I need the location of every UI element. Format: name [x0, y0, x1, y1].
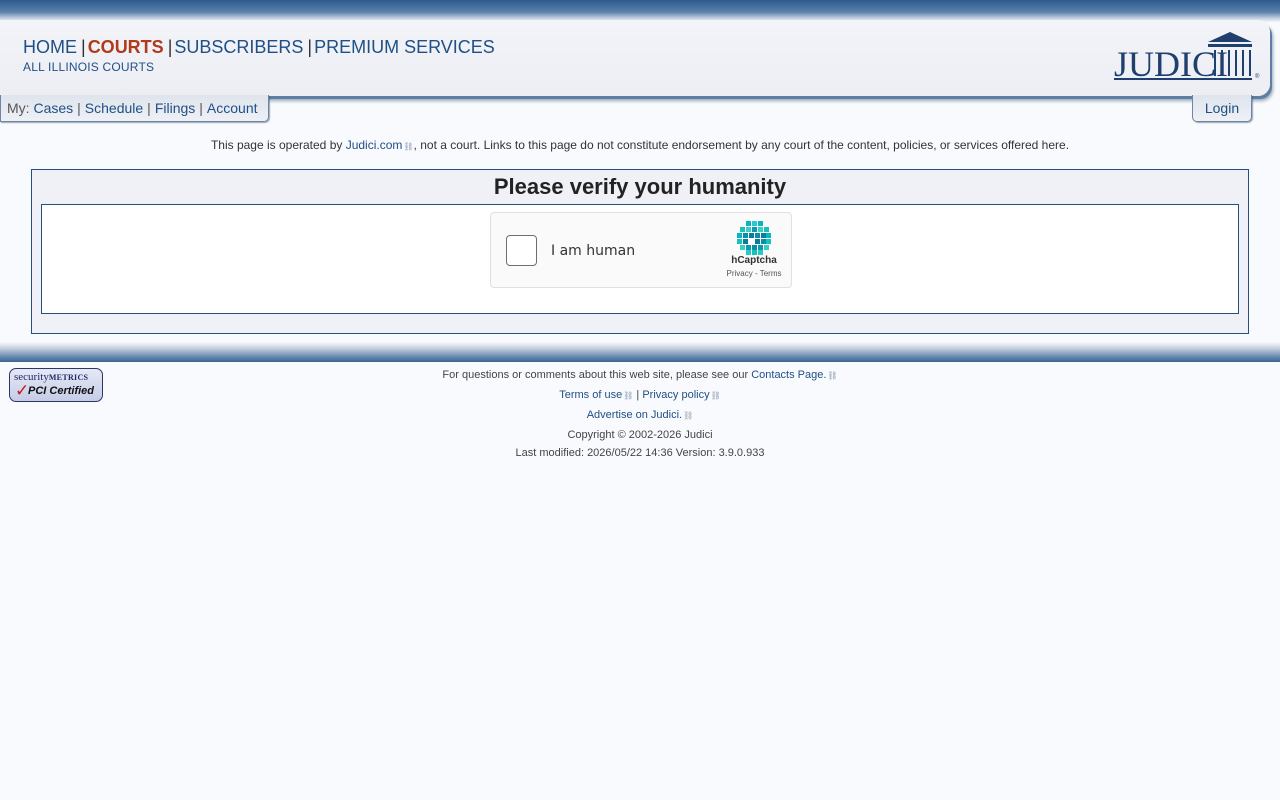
- my-schedule-link[interactable]: Schedule: [85, 100, 143, 116]
- hcaptcha-links: Privacy - Terms: [726, 269, 782, 278]
- nav-separator: |: [307, 37, 313, 57]
- hcaptcha-privacy-link[interactable]: Privacy: [727, 269, 753, 278]
- all-illinois-courts-link[interactable]: ALL ILLINOIS COURTS: [23, 60, 154, 74]
- captcha-container: I am human hCaptcha Privacy - Terms: [41, 204, 1239, 314]
- judici-link[interactable]: Judici.com: [346, 138, 403, 152]
- external-link-icon: ⛓: [710, 391, 721, 400]
- footer-advertise-row: Advertise on Judici.⛓: [0, 409, 1280, 429]
- human-checkbox[interactable]: [506, 235, 537, 266]
- hcaptcha-terms-link[interactable]: Terms: [760, 269, 782, 278]
- svg-text:®: ®: [1255, 73, 1260, 80]
- login-tab: Login: [1192, 95, 1252, 122]
- nav-separator: |: [81, 37, 86, 57]
- my-account-tab: My: Cases | Schedule | Filings | Account: [0, 95, 269, 122]
- advertise-link[interactable]: Advertise on Judici.: [587, 409, 682, 421]
- header-panel: [0, 20, 1270, 96]
- nav-premium-services-link[interactable]: PREMIUM SERVICES: [314, 37, 495, 57]
- external-link-icon: ⛓: [403, 142, 414, 151]
- footer: For questions or comments about this web…: [0, 369, 1280, 465]
- my-filings-link[interactable]: Filings: [155, 100, 195, 116]
- hcaptcha-logo-icon: [737, 221, 771, 255]
- hcaptcha-widget: I am human hCaptcha Privacy - Terms: [490, 212, 792, 288]
- external-link-icon: ⛓: [827, 371, 838, 380]
- terms-of-use-link[interactable]: Terms of use: [559, 389, 622, 401]
- privacy-policy-link[interactable]: Privacy policy: [642, 389, 709, 401]
- hcaptcha-brand: hCaptcha: [731, 255, 777, 266]
- verify-box: Please verify your humanity I am human h…: [31, 169, 1249, 334]
- nav-separator: |: [167, 37, 173, 57]
- my-account-link[interactable]: Account: [207, 100, 258, 116]
- disclaimer: This page is operated by Judici.com⛓, no…: [210, 138, 1070, 152]
- footer-contact-row: For questions or comments about this web…: [442, 369, 838, 381]
- login-link[interactable]: Login: [1205, 100, 1239, 116]
- copyright-text: Copyright © 2002-2026 Judici: [567, 429, 713, 441]
- top-band: [0, 0, 1280, 22]
- nav-home-link[interactable]: HOME: [23, 37, 77, 57]
- contacts-page-link[interactable]: Contacts Page.: [751, 369, 826, 381]
- verify-title: Please verify your humanity: [493, 174, 787, 199]
- nav-subscribers-link[interactable]: SUBSCRIBERS: [174, 37, 303, 57]
- footer-policy-row: Terms of use⛓ | Privacy policy⛓: [559, 389, 721, 401]
- my-cases-link[interactable]: Cases: [33, 100, 73, 116]
- bottom-band: [0, 342, 1280, 362]
- external-link-icon: ⛓: [623, 391, 634, 400]
- last-modified-text: Last modified: 2026/05/22 14:36 Version:…: [515, 447, 765, 459]
- my-label: My:: [7, 100, 30, 116]
- judici-logo[interactable]: JUDICI ®: [1112, 32, 1262, 84]
- external-link-icon: ⛓: [683, 411, 694, 420]
- logo-roof-icon: [1208, 32, 1252, 42]
- nav-courts-link[interactable]: COURTS: [88, 37, 164, 57]
- human-checkbox-label[interactable]: I am human: [551, 243, 635, 259]
- main-nav: HOME | COURTS | SUBSCRIBERS | PREMIUM SERVICES: [23, 37, 495, 57]
